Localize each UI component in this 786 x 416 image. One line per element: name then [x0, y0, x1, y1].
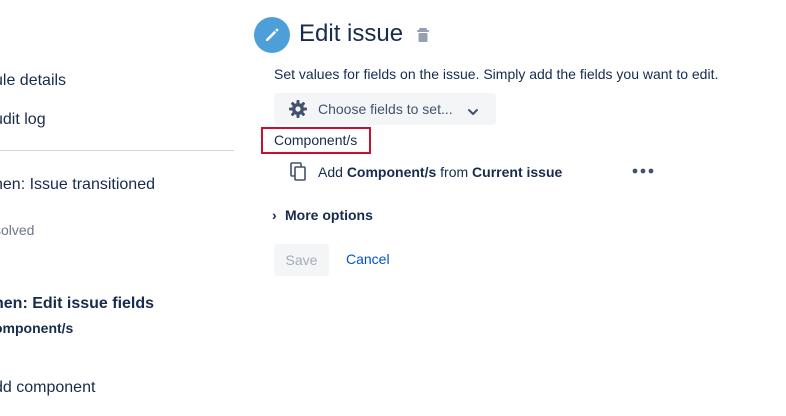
pencil-icon: [254, 17, 290, 53]
copy-value-row[interactable]: Add Component/s from Current issue: [318, 164, 562, 180]
choose-fields-label: Choose fields to set...: [318, 101, 453, 117]
chevron-right-icon: ›: [272, 207, 277, 223]
cancel-button[interactable]: Cancel: [346, 251, 390, 267]
more-options-toggle[interactable]: › More options: [272, 207, 373, 223]
choose-fields-button[interactable]: Choose fields to set...: [274, 93, 496, 125]
sidebar-divider: [0, 150, 234, 151]
more-actions-icon[interactable]: [630, 162, 656, 180]
sidebar-item-audit-log[interactable]: udit log: [0, 111, 46, 129]
sidebar: ule details udit log hen: Issue transiti…: [0, 0, 236, 416]
save-button[interactable]: Save: [274, 244, 329, 276]
copy-from: from: [440, 164, 469, 180]
action-component-subtitle: omponent/s: [0, 320, 74, 336]
action-component-title[interactable]: hen: Edit issue fields: [0, 295, 154, 313]
field-label-component: Component/s: [274, 132, 358, 148]
copy-field-name: Component/s: [346, 164, 437, 180]
copy-icon: [290, 162, 308, 182]
more-options-label: More options: [285, 207, 373, 223]
gear-icon: [288, 99, 308, 119]
copy-source: Current issue: [472, 164, 563, 180]
trigger-component-subtitle: solved: [0, 222, 35, 238]
edit-issue-description: Set values for fields on the issue. Simp…: [274, 66, 719, 82]
trash-icon[interactable]: [416, 27, 430, 43]
sidebar-item-rule-details[interactable]: ule details: [0, 72, 66, 90]
page-title: Edit issue: [299, 20, 404, 47]
trigger-component-title[interactable]: hen: Issue transitioned: [0, 176, 155, 194]
chevron-down-icon: [467, 104, 479, 115]
add-component-link[interactable]: dd component: [0, 379, 95, 397]
copy-prefix: Add: [318, 164, 343, 180]
